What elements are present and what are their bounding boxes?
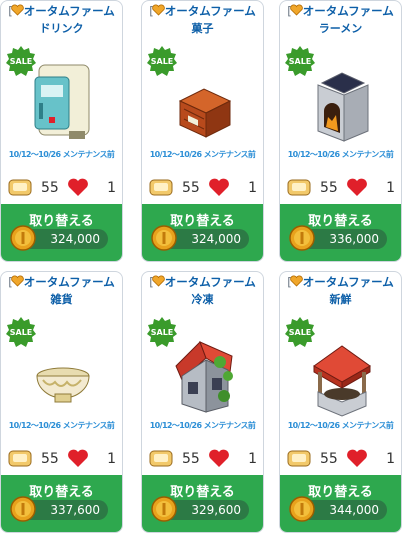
item-card[interactable]: [オータムファーム 新鮮 SALE 10/12～10/26 メンテナンス前 55…	[279, 271, 402, 533]
maintenance-notice: 10/12～10/26 メンテナンス前	[287, 150, 394, 159]
heart-icon	[209, 449, 229, 467]
maintenance-notice: 10/12～10/26 メンテナンス前	[287, 421, 394, 430]
exchange-button[interactable]: 取り替える 329,600	[142, 475, 263, 532]
heart-icon	[68, 449, 88, 467]
stats-row: 55 1	[286, 448, 395, 470]
bread-icon	[8, 450, 32, 467]
item-title: [オータムファーム	[149, 4, 256, 18]
heart-icon	[209, 178, 229, 196]
item-subtitle: 菓子	[191, 22, 214, 35]
item-card[interactable]: [オータムファーム 雑貨 SALE 10/12～10/26 メンテナンス前 55…	[0, 271, 123, 533]
heart-count: 1	[248, 180, 257, 196]
stat-value: 55	[41, 180, 59, 196]
bread-icon	[149, 179, 173, 196]
price-pill: 336,000	[289, 225, 387, 251]
maintenance-notice: 10/12～10/26 メンテナンス前	[8, 150, 115, 159]
coin-icon	[10, 496, 36, 522]
price-pill: 344,000	[289, 496, 387, 522]
heart-badge-icon	[10, 275, 24, 287]
item-card[interactable]: [オータムファーム 菓子 SALE 10/12～10/26 メンテナンス前 55…	[141, 0, 264, 262]
heart-icon	[68, 178, 88, 196]
item-subtitle: ドリンク	[39, 22, 84, 35]
stat-value: 55	[182, 180, 200, 196]
heart-count: 1	[386, 180, 395, 196]
heart-badge-icon	[151, 4, 165, 16]
heart-badge-icon	[289, 4, 303, 16]
item-title: [オータムファーム	[8, 4, 115, 18]
item-subtitle: 新鮮	[329, 293, 352, 306]
item-title: [オータムファーム	[287, 275, 394, 289]
coin-icon	[10, 225, 36, 251]
maintenance-notice: 10/12～10/26 メンテナンス前	[8, 421, 115, 430]
exchange-button[interactable]: 取り替える 344,000	[280, 475, 401, 532]
price-value: 336,000	[329, 232, 379, 246]
well-icon	[313, 345, 371, 417]
item-title: [オータムファーム	[287, 4, 394, 18]
item-card[interactable]: [オータムファーム ラーメン SALE 10/12～10/26 メンテナンス前 …	[279, 0, 402, 262]
bread-icon	[149, 450, 173, 467]
price-pill: 337,600	[10, 496, 108, 522]
stats-row: 55 1	[286, 177, 395, 199]
item-card[interactable]: [オータムファーム ドリンク SALE 10/12～10/26 メンテナンス前 …	[0, 0, 123, 262]
price-pill: 324,000	[151, 225, 249, 251]
coin-icon	[289, 225, 315, 251]
price-value: 329,600	[191, 503, 241, 517]
heart-count: 1	[248, 451, 257, 467]
price-value: 324,000	[50, 232, 100, 246]
item-subtitle: 雑貨	[50, 293, 73, 306]
stats-row: 55 1	[148, 177, 257, 199]
heart-badge-icon	[289, 275, 303, 287]
heart-badge-icon	[10, 4, 24, 16]
house-icon	[175, 341, 233, 413]
heart-badge-icon	[151, 275, 165, 287]
stats-row: 55 1	[148, 448, 257, 470]
exchange-button[interactable]: 取り替える 337,600	[1, 475, 122, 532]
exchange-button[interactable]: 取り替える 324,000	[142, 204, 263, 261]
item-title: [オータムファーム	[8, 275, 115, 289]
heart-icon	[347, 449, 367, 467]
crate-icon	[178, 88, 232, 138]
item-subtitle: 冷凍	[191, 293, 214, 306]
item-title: [オータムファーム	[149, 275, 256, 289]
stat-value: 55	[41, 451, 59, 467]
coin-icon	[151, 225, 177, 251]
coin-icon	[289, 496, 315, 522]
item-grid: [オータムファーム ドリンク SALE 10/12～10/26 メンテナンス前 …	[0, 0, 405, 539]
stat-value: 55	[182, 451, 200, 467]
price-pill: 324,000	[10, 225, 108, 251]
maintenance-notice: 10/12～10/26 メンテナンス前	[149, 421, 256, 430]
heart-count: 1	[386, 451, 395, 467]
maintenance-notice: 10/12～10/26 メンテナンス前	[149, 150, 256, 159]
bread-icon	[287, 179, 311, 196]
stats-row: 55 1	[7, 177, 116, 199]
exchange-button[interactable]: 取り替える 336,000	[280, 204, 401, 261]
price-value: 344,000	[329, 503, 379, 517]
stat-value: 55	[320, 180, 338, 196]
heart-icon	[347, 178, 367, 196]
bread-icon	[8, 179, 32, 196]
price-value: 324,000	[191, 232, 241, 246]
heart-count: 1	[107, 451, 116, 467]
oven-icon	[317, 72, 369, 142]
fridge-icon	[34, 64, 90, 139]
item-card[interactable]: [オータムファーム 冷凍 SALE 10/12～10/26 メンテナンス前 55…	[141, 271, 264, 533]
stats-row: 55 1	[7, 448, 116, 470]
stat-value: 55	[320, 451, 338, 467]
bread-icon	[287, 450, 311, 467]
price-value: 337,600	[50, 503, 100, 517]
bowl-icon	[36, 367, 90, 403]
price-pill: 329,600	[151, 496, 249, 522]
exchange-button[interactable]: 取り替える 324,000	[1, 204, 122, 261]
coin-icon	[151, 496, 177, 522]
heart-count: 1	[107, 180, 116, 196]
item-subtitle: ラーメン	[318, 22, 363, 35]
